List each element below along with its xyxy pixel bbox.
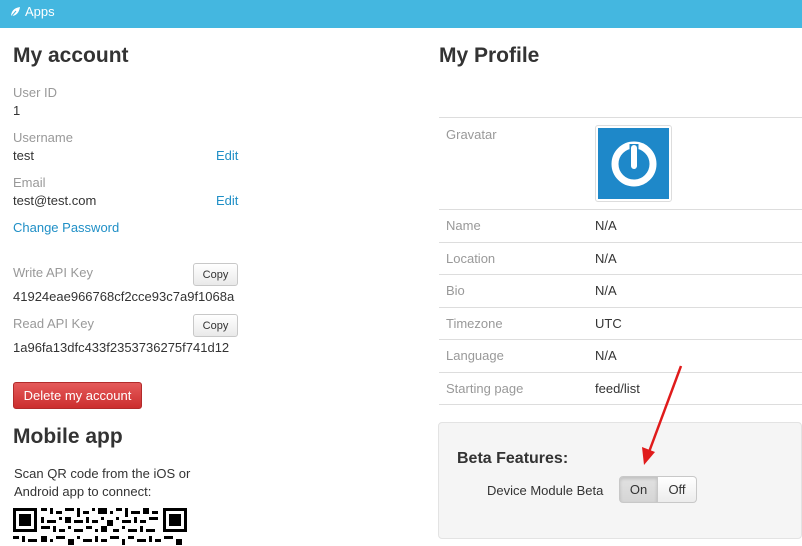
mobile-app-title: Mobile app (13, 425, 123, 448)
username-label: Username (13, 130, 73, 145)
profile-row-bio: Bio N/A (439, 274, 802, 307)
edit-username-link[interactable]: Edit (216, 148, 238, 163)
profile-row-label: Location (446, 251, 496, 266)
write-api-key-value: 41924eae966768cf2cce93c7a9f1068a (13, 289, 235, 304)
copy-read-key-button[interactable]: Copy (193, 314, 238, 337)
profile-row-value: UTC (595, 316, 622, 331)
qr-code (13, 508, 187, 546)
profile-row-value: N/A (595, 218, 617, 233)
write-api-key-label: Write API Key (13, 265, 93, 280)
gravatar-label: Gravatar (446, 127, 497, 142)
read-api-key-value: 1a96fa13dfc433f2353736275f741d12 (13, 340, 230, 355)
device-module-beta-label: Device Module Beta (487, 483, 604, 498)
copy-write-key-button[interactable]: Copy (193, 263, 238, 286)
email-value: test@test.com (13, 193, 97, 208)
leaf-icon (9, 6, 20, 18)
device-module-beta-toggle: On Off (619, 476, 697, 503)
beta-features-title: Beta Features: (457, 450, 569, 467)
profile-row-language: Language N/A (439, 339, 802, 372)
profile-table: Gravatar Name N/A Location N/A Bio N/A T… (439, 117, 802, 405)
profile-title: My Profile (439, 44, 540, 67)
mobile-instructions-line1: Scan QR code from the iOS or (14, 466, 191, 481)
account-title: My account (13, 44, 129, 67)
beta-on-button[interactable]: On (619, 476, 658, 503)
user-id-value: 1 (13, 103, 21, 118)
profile-row-timezone: Timezone UTC (439, 307, 802, 339)
profile-row-label: Language (446, 348, 504, 363)
change-password-link[interactable]: Change Password (13, 220, 119, 235)
profile-row-gravatar: Gravatar (439, 117, 802, 209)
profile-row-label: Bio (446, 283, 465, 298)
mobile-instructions-line2: Android app to connect: (14, 484, 152, 499)
profile-row-value: N/A (595, 348, 617, 363)
edit-email-link[interactable]: Edit (216, 193, 238, 208)
top-navbar: Apps (0, 0, 802, 28)
gravatar-avatar[interactable] (595, 125, 672, 202)
delete-account-button[interactable]: Delete my account (13, 382, 142, 409)
profile-row-label: Starting page (446, 381, 524, 396)
apps-menu[interactable]: Apps (9, 4, 55, 19)
beta-features-panel: Beta Features: Device Module Beta On Off (438, 422, 802, 539)
profile-row-value: N/A (595, 283, 617, 298)
profile-row-starting-page: Starting page feed/list (439, 372, 802, 405)
profile-row-value: feed/list (595, 381, 640, 396)
read-api-key-label: Read API Key (13, 316, 94, 331)
user-id-label: User ID (13, 85, 58, 100)
profile-row-label: Name (446, 218, 481, 233)
profile-row-label: Timezone (446, 316, 503, 331)
beta-off-button[interactable]: Off (658, 476, 697, 503)
email-label: Email (13, 175, 46, 190)
username-value: test (13, 148, 34, 163)
profile-row-value: N/A (595, 251, 617, 266)
profile-row-name: Name N/A (439, 209, 802, 242)
gravatar-logo-icon (598, 128, 669, 199)
apps-label: Apps (25, 4, 55, 19)
profile-row-location: Location N/A (439, 242, 802, 274)
